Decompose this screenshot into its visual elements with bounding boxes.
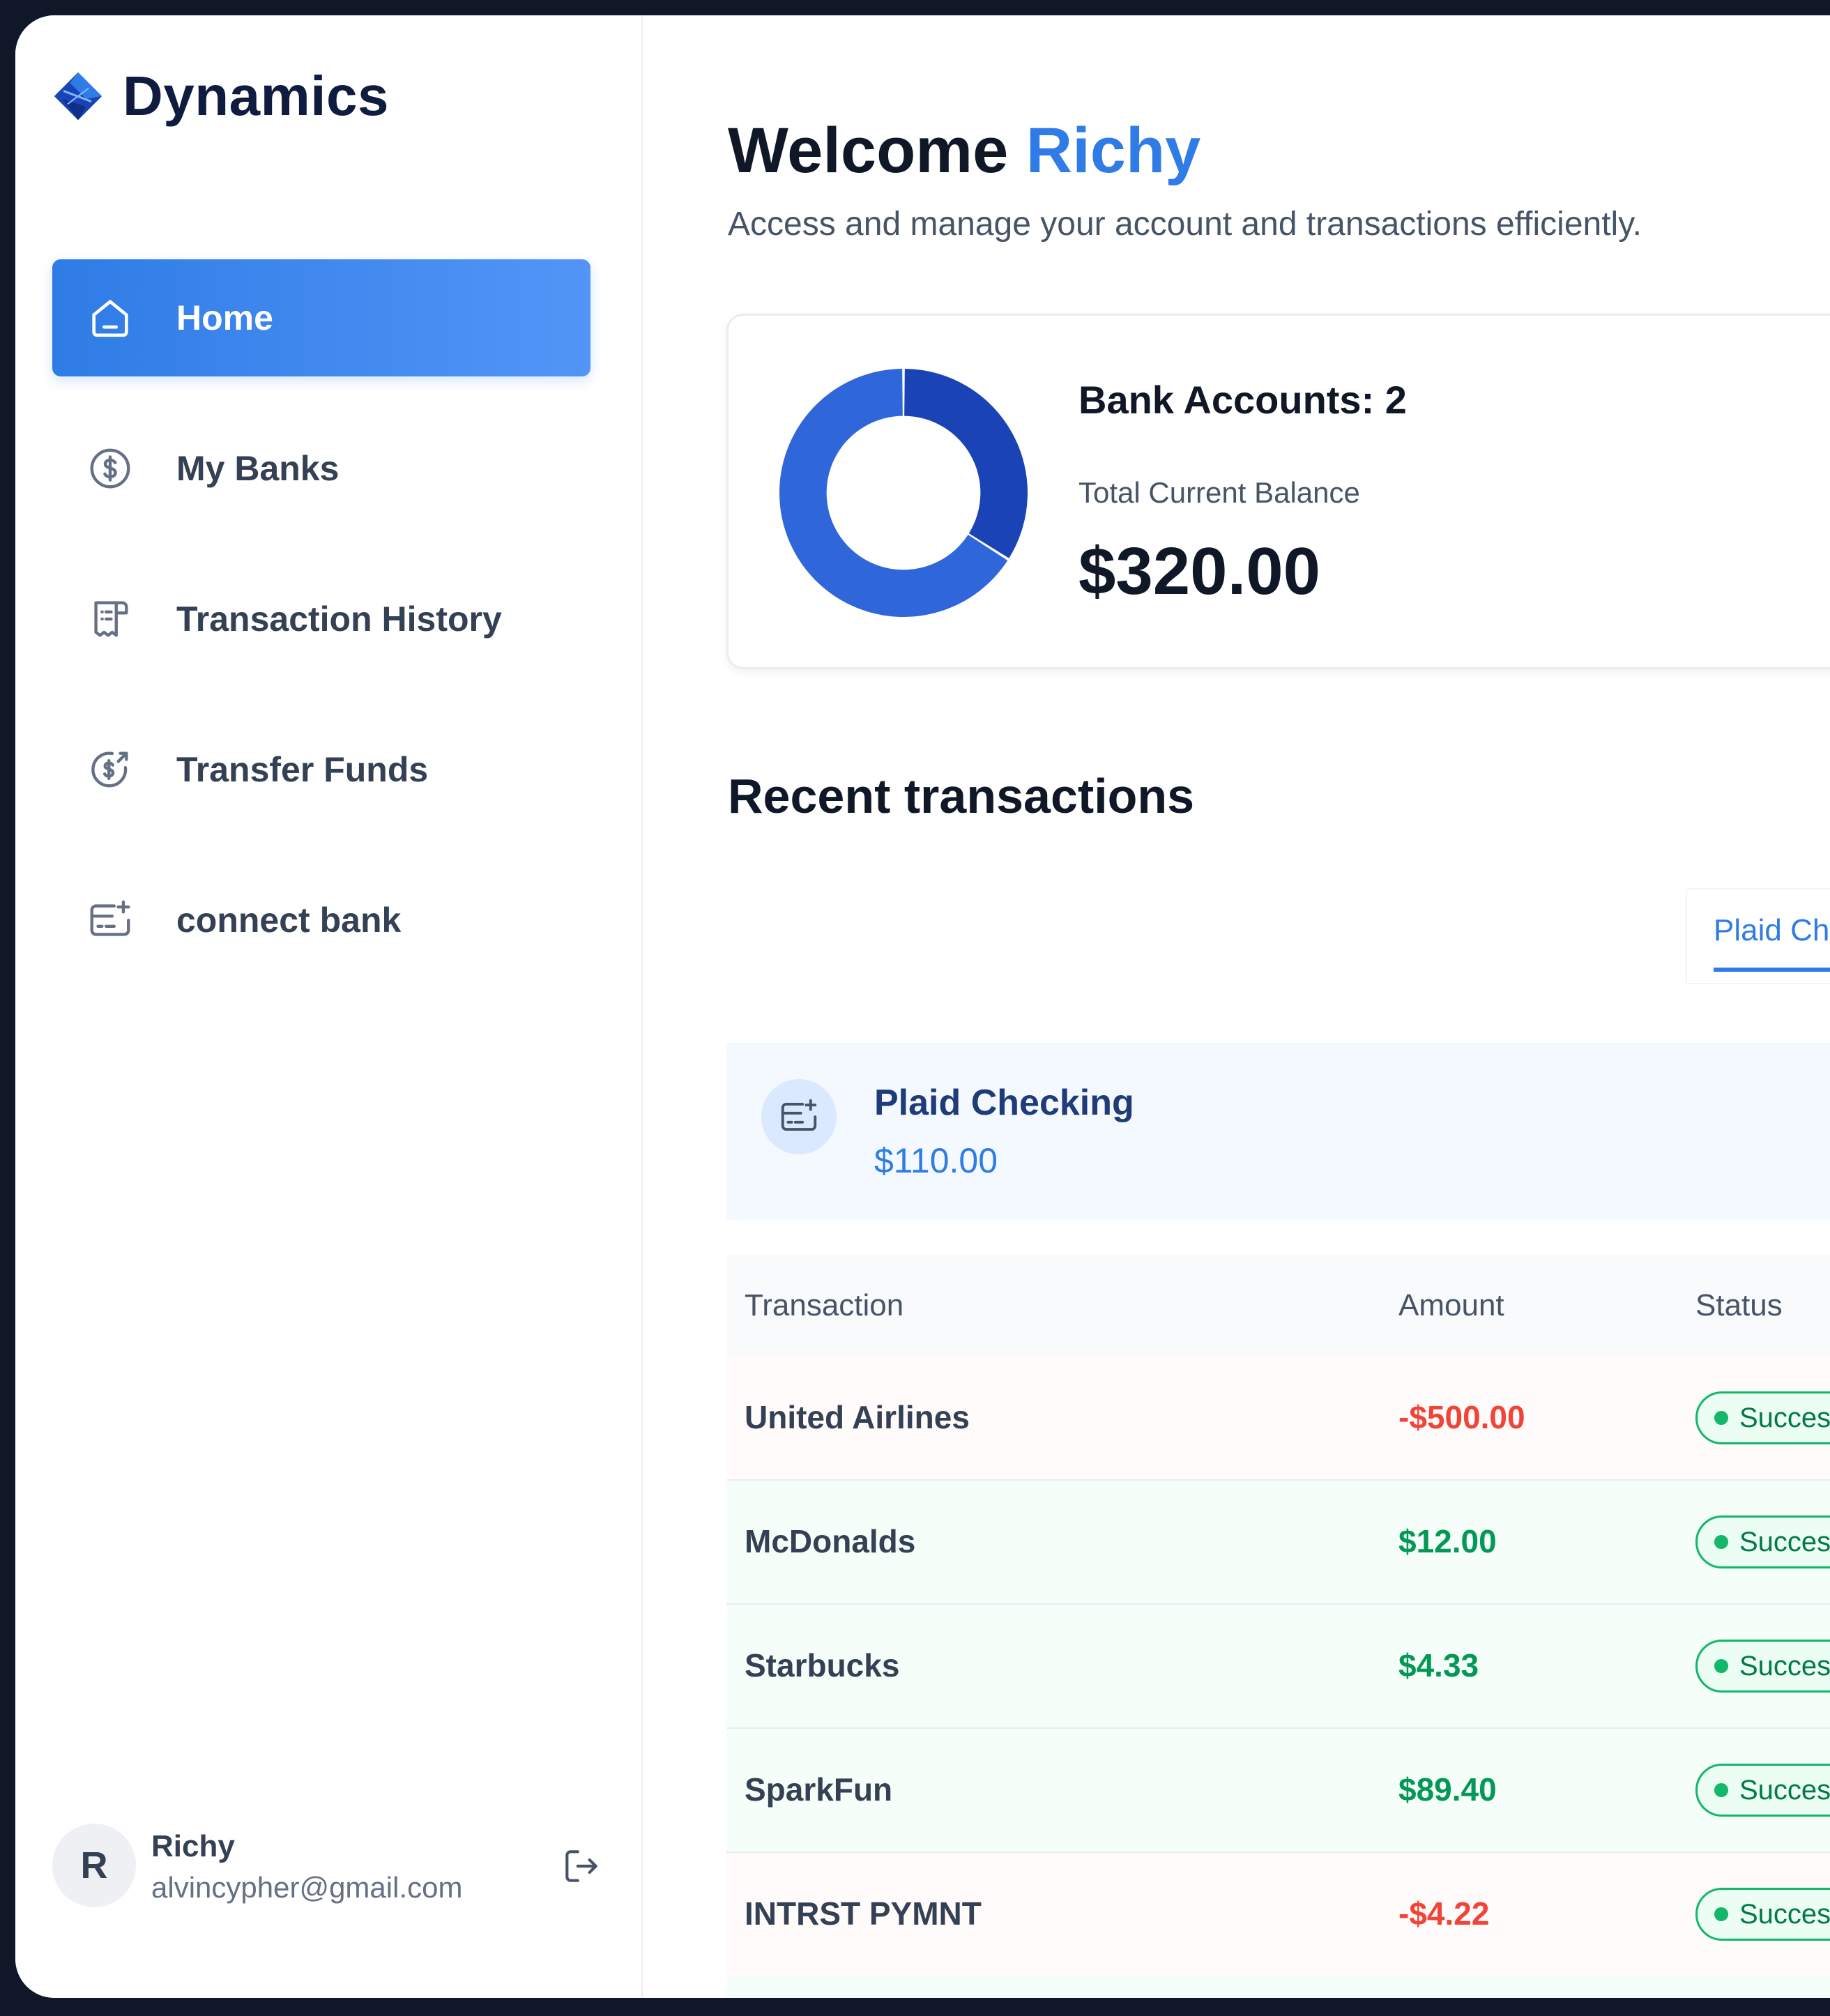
card-add-icon [90, 900, 130, 936]
status-badge: Success [1695, 1515, 1830, 1568]
transaction-amount: $12.00 [1398, 1523, 1497, 1559]
balance-value: $320.00 [1078, 534, 1321, 609]
status-text: Success [1739, 1898, 1830, 1930]
user-profile: R Richy alvincypher@gmail.com [52, 1814, 603, 1918]
status-text: Success [1739, 1774, 1830, 1805]
app-window: Dynamics Home My Banks Transaction Histo… [15, 15, 1830, 1998]
table-row[interactable]: Starbucks $4.33 Success [726, 1605, 1830, 1729]
sidebar-item-transaction-history[interactable]: Transaction History [52, 560, 590, 678]
logout-icon[interactable] [560, 1845, 603, 1888]
transaction-amount: $89.40 [1398, 1771, 1497, 1808]
bank-tabs: Plaid Ch [1686, 888, 1830, 984]
greeting-text: Welcome [728, 115, 1009, 186]
sidebar-item-label: My Banks [176, 449, 340, 488]
bank-accounts-count: Bank Accounts: 2 [1078, 378, 1407, 422]
table-row[interactable]: INTRST PYMNT -$4.22 Success [726, 1853, 1830, 1977]
sidebar-item-transfer-funds[interactable]: Transfer Funds [52, 711, 590, 828]
table-row[interactable]: SparkFun $89.40 Success [726, 1729, 1830, 1853]
status-dot-icon [1714, 1411, 1728, 1425]
status-badge: Success [1695, 1640, 1830, 1693]
transaction-name: SparkFun [745, 1771, 893, 1808]
transaction-amount: $4.33 [1398, 1647, 1479, 1683]
balance-donut-chart [779, 369, 1028, 617]
app-name: Dynamics [123, 65, 389, 127]
user-name: Richy [151, 1829, 235, 1863]
column-header-status: Status [1695, 1288, 1783, 1322]
diamond-logo-icon [54, 72, 102, 121]
status-badge: Success [1695, 1391, 1830, 1444]
column-header-amount: Amount [1398, 1288, 1504, 1322]
bank-account-balance: $110.00 [874, 1141, 998, 1180]
sidebar-item-label: Transfer Funds [176, 750, 429, 789]
main-content: Welcome Richy Access and manage your acc… [643, 15, 1830, 1998]
status-text: Success [1739, 1526, 1830, 1557]
sidebar-item-label: connect bank [176, 901, 402, 940]
table-row[interactable]: United Airlines -$500.00 Success [726, 1357, 1830, 1481]
transaction-name: Starbucks [745, 1647, 900, 1683]
balance-label: Total Current Balance [1078, 476, 1360, 509]
donut-segment [904, 369, 1028, 558]
sidebar-item-label: Home [176, 298, 273, 337]
status-dot-icon [1714, 1783, 1728, 1797]
bank-account-name: Plaid Checking [874, 1083, 1134, 1123]
status-dot-icon [1714, 1535, 1728, 1549]
active-tab-indicator [1714, 968, 1830, 972]
sidebar-item-label: Transaction History [176, 600, 502, 639]
status-dot-icon [1714, 1659, 1728, 1673]
status-badge: Success [1695, 1888, 1830, 1941]
transaction-name: United Airlines [745, 1399, 970, 1435]
status-dot-icon [1714, 1907, 1728, 1921]
total-balance-card: Bank Accounts: 2 Total Current Balance $… [726, 314, 1830, 669]
transaction-name: INTRST PYMNT [745, 1895, 982, 1932]
greeting-user-name: Richy [1025, 115, 1201, 186]
sidebar: Dynamics Home My Banks Transaction Histo… [15, 15, 643, 1998]
table-row[interactable] [726, 1976, 1830, 1998]
logo[interactable]: Dynamics [52, 64, 389, 128]
status-text: Success [1739, 1650, 1830, 1681]
page-subtitle: Access and manage your account and trans… [728, 206, 1642, 243]
page-title: Welcome Richy [728, 114, 1200, 188]
table-row[interactable]: McDonalds $12.00 Success [726, 1481, 1830, 1605]
transactions-table-header: Transaction Amount Status [726, 1255, 1830, 1358]
sidebar-item-home[interactable]: Home [52, 259, 590, 376]
home-icon [92, 300, 128, 337]
column-header-transaction: Transaction [745, 1288, 904, 1322]
card-add-icon [781, 1099, 817, 1131]
status-badge: Success [1695, 1764, 1830, 1817]
sidebar-item-connect-bank[interactable]: connect bank [52, 862, 590, 979]
bank-badge [761, 1079, 837, 1154]
transaction-name: McDonalds [745, 1523, 916, 1559]
money-send-icon [91, 751, 128, 788]
bank-account-banner[interactable]: Plaid Checking $110.00 [726, 1043, 1830, 1220]
transaction-amount: -$500.00 [1398, 1399, 1525, 1435]
transaction-amount: -$4.22 [1398, 1895, 1490, 1932]
user-email: alvincypher@gmail.com [151, 1871, 463, 1904]
avatar[interactable]: R [52, 1824, 136, 1907]
tab-plaid-checking[interactable]: Plaid Ch [1714, 913, 1829, 948]
status-text: Success [1739, 1402, 1830, 1433]
recent-transactions-title: Recent transactions [728, 769, 1195, 823]
sidebar-item-my-banks[interactable]: My Banks [52, 410, 590, 527]
receipt-icon [94, 601, 128, 637]
dollar-circle-icon [90, 448, 130, 489]
